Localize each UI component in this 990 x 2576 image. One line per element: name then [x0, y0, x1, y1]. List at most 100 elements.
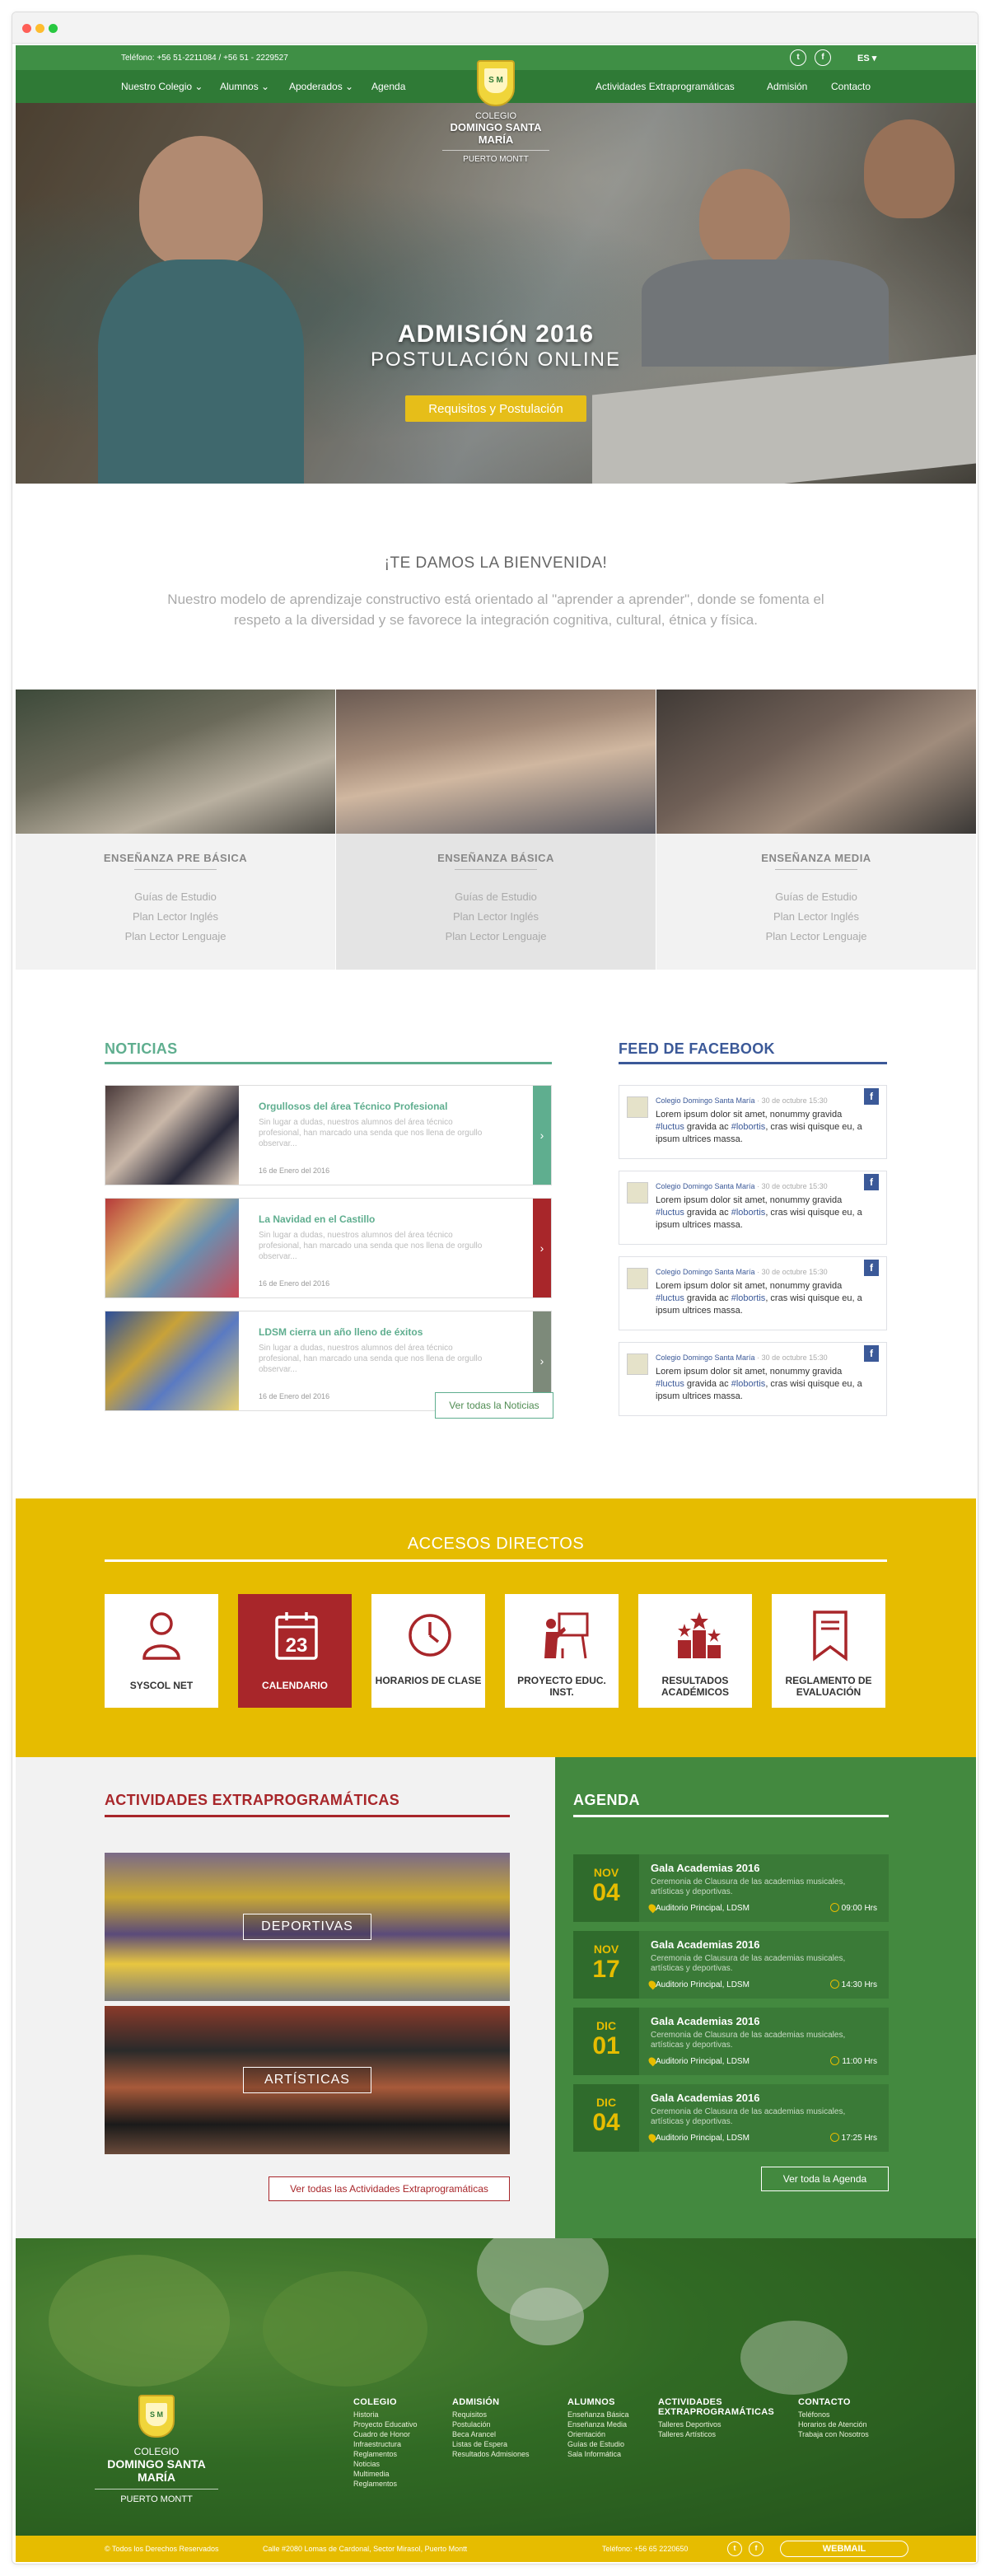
- level-link[interactable]: Plan Lector Lenguaje: [336, 930, 656, 942]
- footer-link[interactable]: Cuadro de Honor: [353, 2429, 418, 2439]
- level-link[interactable]: Guías de Estudio: [656, 891, 976, 903]
- footer-link[interactable]: Multimedia: [353, 2469, 418, 2479]
- footer-link[interactable]: Reglamentos: [353, 2449, 418, 2459]
- facebook-post-author[interactable]: Colegio Domingo Santa María: [656, 1096, 755, 1105]
- level-link[interactable]: Guías de Estudio: [336, 891, 656, 903]
- footer-link[interactable]: Requisitos: [452, 2410, 530, 2419]
- facebook-post-author[interactable]: Colegio Domingo Santa María: [656, 1268, 755, 1276]
- hashtag-link[interactable]: #lobortis: [731, 1379, 766, 1389]
- artisticas-label[interactable]: ARTÍSTICAS: [243, 2067, 371, 2093]
- news-thumbnail: [105, 1086, 239, 1185]
- hashtag-link[interactable]: #luctus: [656, 1293, 684, 1303]
- footer-link[interactable]: Resultados Admisiones: [452, 2449, 530, 2459]
- nav-apoderados[interactable]: Apoderados ⌄: [289, 81, 353, 92]
- facebook-icon[interactable]: f: [749, 2541, 764, 2556]
- news-item[interactable]: La Navidad en el Castillo Sin lugar a du…: [105, 1198, 552, 1298]
- footer-link[interactable]: Proyecto Educativo: [353, 2419, 418, 2429]
- tile-calendario[interactable]: 23 CALENDARIO: [238, 1594, 352, 1708]
- twitter-icon[interactable]: t: [790, 49, 806, 66]
- footer-link[interactable]: Talleres Deportivos: [658, 2419, 774, 2429]
- facebook-icon[interactable]: f: [864, 1345, 879, 1362]
- footer-link[interactable]: Sala Informática: [567, 2449, 629, 2459]
- level-link[interactable]: Plan Lector Lenguaje: [16, 930, 335, 942]
- nav-nuestro-colegio[interactable]: Nuestro Colegio ⌄: [121, 81, 203, 92]
- hashtag-link[interactable]: #lobortis: [731, 1122, 766, 1132]
- event-title[interactable]: Gala Academias 2016: [651, 1862, 760, 1874]
- event-title[interactable]: Gala Academias 2016: [651, 1938, 760, 1951]
- tile-reglamento[interactable]: REGLAMENTO DE EVALUACIÓN: [772, 1594, 885, 1708]
- nav-agenda[interactable]: Agenda: [371, 81, 405, 92]
- event-title[interactable]: Gala Academias 2016: [651, 2092, 760, 2104]
- footer-link[interactable]: Postulación: [452, 2419, 530, 2429]
- tile-horarios[interactable]: HORARIOS DE CLASE: [371, 1594, 485, 1708]
- nav-actividades[interactable]: Actividades Extraprogramáticas: [595, 81, 735, 92]
- all-news-button[interactable]: Ver todas la Noticias: [435, 1392, 553, 1419]
- facebook-icon[interactable]: f: [815, 49, 831, 66]
- footer-link[interactable]: Historia: [353, 2410, 418, 2419]
- artisticas-card[interactable]: ARTÍSTICAS: [105, 2006, 510, 2154]
- news-item-title[interactable]: Orgullosos del área Técnico Profesional: [259, 1101, 447, 1112]
- footer-link[interactable]: Trabaja con Nosotros: [798, 2429, 869, 2439]
- footer-link[interactable]: Talleres Artísticos: [658, 2429, 774, 2439]
- news-item[interactable]: Orgullosos del área Técnico Profesional …: [105, 1085, 552, 1185]
- facebook-post[interactable]: Colegio Domingo Santa María · 30 de octu…: [619, 1085, 887, 1159]
- hashtag-link[interactable]: #luctus: [656, 1208, 684, 1218]
- school-logo[interactable]: S M COLEGIO DOMINGO SANTA MARÍA PUERTO M…: [442, 60, 549, 164]
- footer-link[interactable]: Reglamentos: [353, 2479, 418, 2489]
- footer-link[interactable]: Orientación: [567, 2429, 629, 2439]
- tile-syscol-net[interactable]: SYSCOL NET: [105, 1594, 218, 1708]
- news-arrow-icon[interactable]: ›: [533, 1086, 551, 1185]
- tile-resultados[interactable]: RESULTADOS ACADÉMICOS: [638, 1594, 752, 1708]
- footer-link[interactable]: Enseñanza Básica: [567, 2410, 629, 2419]
- news-item-title[interactable]: LDSM cierra un año lleno de éxitos: [259, 1326, 423, 1338]
- footer-link[interactable]: Enseñanza Media: [567, 2419, 629, 2429]
- deportivas-label[interactable]: DEPORTIVAS: [243, 1914, 371, 1940]
- agenda-event[interactable]: DIC 04 Gala Academias 2016 Ceremonia de C…: [573, 2084, 889, 2152]
- footer-link[interactable]: Horarios de Atención: [798, 2419, 869, 2429]
- all-activities-button[interactable]: Ver todas las Actividades Extraprogramát…: [269, 2176, 510, 2201]
- event-title[interactable]: Gala Academias 2016: [651, 2015, 760, 2027]
- level-link[interactable]: Plan Lector Inglés: [336, 910, 656, 923]
- facebook-post-author[interactable]: Colegio Domingo Santa María: [656, 1353, 755, 1362]
- nav-contacto[interactable]: Contacto: [831, 81, 871, 92]
- requisitos-button[interactable]: Requisitos y Postulación: [405, 395, 586, 422]
- twitter-icon[interactable]: t: [727, 2541, 742, 2556]
- footer-link[interactable]: Listas de Espera: [452, 2439, 530, 2449]
- news-item-title[interactable]: La Navidad en el Castillo: [259, 1213, 375, 1225]
- level-link[interactable]: Plan Lector Inglés: [656, 910, 976, 923]
- nav-admision[interactable]: Admisión: [767, 81, 807, 92]
- footer-link[interactable]: Beca Arancel: [452, 2429, 530, 2439]
- agenda-event[interactable]: DIC 01 Gala Academias 2016 Ceremonia de C…: [573, 2008, 889, 2075]
- facebook-post[interactable]: Colegio Domingo Santa María · 30 de octu…: [619, 1342, 887, 1416]
- news-arrow-icon[interactable]: ›: [533, 1199, 551, 1297]
- language-selector[interactable]: ES ▾: [857, 53, 876, 63]
- facebook-post-author[interactable]: Colegio Domingo Santa María: [656, 1182, 755, 1190]
- facebook-post[interactable]: Colegio Domingo Santa María · 30 de octu…: [619, 1171, 887, 1245]
- hashtag-link[interactable]: #luctus: [656, 1379, 684, 1389]
- footer-link[interactable]: Infraestructura: [353, 2439, 418, 2449]
- agenda-event[interactable]: NOV 04 Gala Academias 2016 Ceremonia de C…: [573, 1854, 889, 1922]
- footer-logo[interactable]: S M COLEGIO DOMINGO SANTA MARÍA PUERTO M…: [95, 2395, 218, 2504]
- footer-link[interactable]: Noticias: [353, 2459, 418, 2469]
- agenda-event[interactable]: NOV 17 Gala Academias 2016 Ceremonia de C…: [573, 1931, 889, 1999]
- close-window-icon[interactable]: [22, 24, 31, 33]
- hashtag-link[interactable]: #lobortis: [731, 1293, 766, 1303]
- tile-proyecto[interactable]: PROYECTO EDUC. INST.: [505, 1594, 619, 1708]
- hashtag-link[interactable]: #lobortis: [731, 1208, 766, 1218]
- footer-link[interactable]: Guías de Estudio: [567, 2439, 629, 2449]
- facebook-icon[interactable]: f: [864, 1260, 879, 1276]
- maximize-window-icon[interactable]: [49, 24, 58, 33]
- level-link[interactable]: Guías de Estudio: [16, 891, 335, 903]
- hashtag-link[interactable]: #luctus: [656, 1122, 684, 1132]
- all-agenda-button[interactable]: Ver toda la Agenda: [761, 2167, 889, 2191]
- deportivas-card[interactable]: DEPORTIVAS: [105, 1853, 510, 2001]
- level-link[interactable]: Plan Lector Lenguaje: [656, 930, 976, 942]
- facebook-post[interactable]: Colegio Domingo Santa María · 30 de octu…: [619, 1256, 887, 1330]
- minimize-window-icon[interactable]: [35, 24, 44, 33]
- nav-alumnos[interactable]: Alumnos ⌄: [220, 81, 269, 92]
- facebook-icon[interactable]: f: [864, 1088, 879, 1105]
- footer-link[interactable]: Teléfonos: [798, 2410, 869, 2419]
- facebook-icon[interactable]: f: [864, 1174, 879, 1190]
- level-link[interactable]: Plan Lector Inglés: [16, 910, 335, 923]
- webmail-button[interactable]: WEBMAIL: [780, 2541, 908, 2557]
